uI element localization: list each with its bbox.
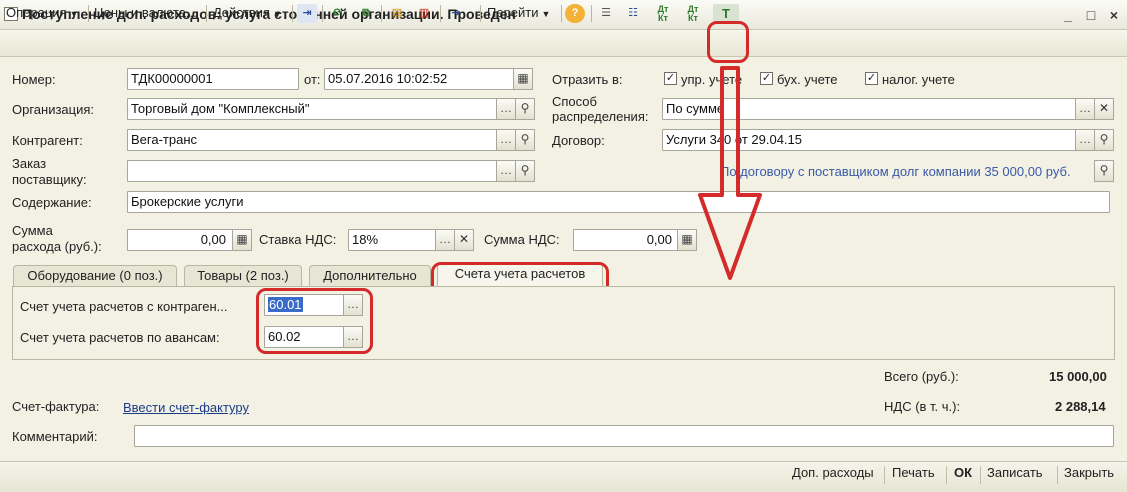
calendar-icon[interactable]: ▦ [513,68,533,90]
counterparty-search-icon[interactable]: ⚲ [515,129,535,151]
tax-accounting-checkbox[interactable]: ✓ [865,72,878,85]
total-label: Всего (руб.): [884,369,959,384]
toolbar [0,30,1127,57]
order-select-button[interactable]: … [496,160,516,182]
toolbar-separator [440,5,441,22]
dt-kt-icon[interactable]: Дт Кт [653,4,673,23]
vat-rate-clear-icon[interactable]: ✕ [454,229,474,251]
ok-button[interactable]: ОК [954,465,972,480]
bottom-separator [946,466,947,484]
help-icon[interactable]: ? [565,4,585,23]
close-window-button[interactable]: × [1106,7,1122,23]
toolbar-separator [88,5,89,22]
enter-invoice-link[interactable]: Ввести счет-фактуру [123,400,249,415]
maximize-button[interactable]: □ [1083,7,1099,23]
post-icon[interactable]: ▤ [387,4,407,23]
annotation-ring-accounts [256,288,373,354]
extra-costs-button[interactable]: Доп. расходы [792,465,874,480]
minimize-button[interactable]: _ [1060,7,1076,23]
counterparty-field[interactable]: Вега-транс [127,129,497,151]
clear-icon[interactable]: ✕ [1094,98,1114,120]
number-label: Номер: [12,72,56,87]
counterparty-select-button[interactable]: … [496,129,516,151]
organization-field[interactable]: Торговый дом "Комплексный" [127,98,497,120]
create-based-icon[interactable]: ➔ [446,4,466,23]
refresh-icon[interactable]: ⟳ [328,4,348,23]
tab-equipment[interactable]: Оборудование (0 поз.) [13,265,177,287]
close-button[interactable]: Закрыть [1064,465,1114,480]
distribution-select-button[interactable]: … [1075,98,1095,120]
toolbar-separator [591,5,592,22]
tax-accounting-label: налог. учете [882,72,955,87]
dt-kt-report-icon[interactable]: Дт Кт [683,4,703,23]
content-label: Содержание: [12,195,92,210]
order-label-line1: Заказ [12,156,47,171]
debt-search-icon[interactable]: ⚲ [1094,160,1114,182]
vat-total-value: 2 288,14 [1055,399,1106,414]
number-field[interactable]: ТДК00000001 [127,68,299,90]
date-label: от: [304,72,321,87]
vat-total-label: НДС (в т. ч.): [884,399,961,414]
save-button[interactable]: Записать [987,465,1043,480]
counterparty-label: Контрагент: [12,133,83,148]
distribution-label-line2: распределения: [552,109,649,124]
content-field[interactable]: Брокерские услуги [127,191,1110,213]
vat-rate-field[interactable]: 18% [348,229,436,251]
toolbar-separator [206,5,207,22]
invoice-label: Счет-фактура: [12,399,100,414]
vat-sum-label: Сумма НДС: [484,232,560,247]
comment-label: Комментарий: [12,429,98,444]
supplier-order-field[interactable] [127,160,497,182]
toolbar-separator [480,5,481,22]
settlement-account-label: Счет учета расчетов с контраген... [20,299,228,314]
organization-label: Организация: [12,102,95,117]
actions-menu[interactable]: Действия ▼ [213,5,282,20]
post-and-close-icon[interactable]: ⇥ [297,4,317,23]
toolbar-separator [322,5,323,22]
calculator-icon[interactable]: ▦ [232,229,252,251]
structure-icon[interactable]: ☰ [596,4,616,23]
vat-rate-select-button[interactable]: … [435,229,455,251]
copy-icon[interactable]: ⧉ [356,4,376,23]
order-label-line2: поставщику: [12,172,87,187]
contract-label: Договор: [552,133,605,148]
organization-search-icon[interactable]: ⚲ [515,98,535,120]
contract-search-icon[interactable]: ⚲ [1094,129,1114,151]
date-field[interactable]: 05.07.2016 10:02:52 [324,68,514,90]
bottom-separator [884,466,885,484]
accounting-label: бух. учете [777,72,838,87]
prices-button[interactable]: Цены и валюта... [94,5,197,20]
bottom-separator [980,466,981,484]
comment-field[interactable] [134,425,1114,447]
distribution-label-line1: Способ [552,94,597,109]
bottom-separator [1057,466,1058,484]
vat-rate-label: Ставка НДС: [259,232,337,247]
toolbar-separator [561,5,562,22]
order-search-icon[interactable]: ⚲ [515,160,535,182]
tab-panel [12,286,1115,360]
annotation-ring-toolbar [707,21,749,63]
goto-menu[interactable]: Перейти ▼ [487,5,550,20]
print-button[interactable]: Печать [892,465,935,480]
toolbar-separator [381,5,382,22]
total-value: 15 000,00 [1049,369,1107,384]
contract-select-button[interactable]: … [1075,129,1095,151]
organization-select-button[interactable]: … [496,98,516,120]
debt-hint-link[interactable]: По договору с поставщиком долг компании … [720,164,1071,179]
amount-label-line2: расхода (руб.): [12,239,102,254]
toolbar-separator [292,5,293,22]
amount-label-line1: Сумма [12,223,53,238]
annotation-arrow [698,66,762,280]
tab-additional[interactable]: Дополнительно [309,265,431,287]
list-settings-icon[interactable]: ☷ [623,4,643,23]
mgmt-accounting-checkbox[interactable]: ✓ [664,72,677,85]
advance-account-label: Счет учета расчетов по авансам: [20,330,220,345]
operation-menu[interactable]: Операция ▼ [6,5,79,20]
reflect-label: Отразить в: [552,72,623,87]
unpost-icon[interactable]: ▥ [414,4,434,23]
tab-goods[interactable]: Товары (2 поз.) [184,265,302,287]
